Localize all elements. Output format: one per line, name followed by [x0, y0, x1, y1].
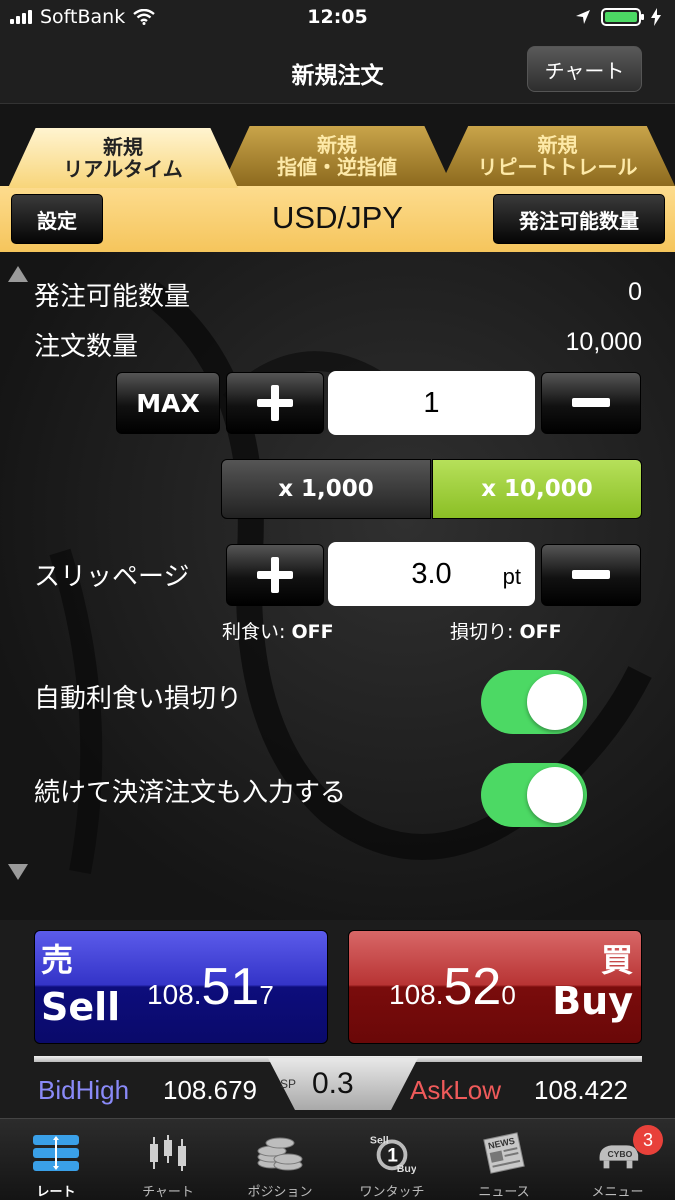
- tab-realtime-line1: 新規: [103, 135, 143, 159]
- buy-price: 108.520: [389, 957, 516, 1017]
- take-profit-value: OFF: [291, 621, 334, 643]
- slippage-label: スリッページ: [34, 562, 190, 592]
- scroll-down-icon[interactable]: [8, 864, 28, 880]
- menu-badge: 3: [633, 1125, 663, 1155]
- scroll-up-icon[interactable]: [8, 266, 28, 282]
- auto-tp-sl-label: 自動利食い損切り: [34, 684, 243, 714]
- slippage-value: 3.0: [411, 557, 452, 590]
- tabbar-one-touch[interactable]: Sell 1 Buy ワンタッチ: [336, 1119, 448, 1200]
- location-icon: [576, 10, 590, 24]
- charging-icon: [651, 8, 661, 26]
- stop-loss-label: 損切り:: [450, 621, 514, 643]
- order-panel: 発注可能数量 0 注文数量 10,000 MAX 1 x 1,000 x 10,…: [0, 252, 675, 920]
- minus-icon: [572, 398, 610, 408]
- multiplier-1000-button[interactable]: x 1,000: [221, 459, 431, 519]
- spread-label: SP: [280, 1077, 297, 1091]
- take-profit-status: 利食い: OFF: [222, 617, 334, 644]
- sell-kanji: 売: [41, 941, 74, 979]
- qty-minus-button[interactable]: [541, 372, 641, 434]
- buy-price-prefix: 108.: [389, 979, 444, 1010]
- buy-kanji: 買: [600, 941, 633, 979]
- tabbar-one-touch-label: ワンタッチ: [359, 1185, 425, 1200]
- buy-word: Buy: [552, 979, 633, 1023]
- available-qty-button[interactable]: 発注可能数量: [493, 194, 665, 244]
- tabbar-position[interactable]: ポジション: [224, 1119, 336, 1200]
- tab-realtime-line2: リアルタイム: [63, 157, 183, 181]
- battery-icon: [601, 8, 644, 26]
- coins-icon: [257, 1137, 303, 1171]
- status-bar: SoftBank 12:05: [0, 0, 675, 36]
- menu-icon-text: CYBO: [607, 1149, 632, 1159]
- stop-loss-value: OFF: [519, 621, 562, 643]
- tabbar-menu[interactable]: CYBO メニュー 3: [560, 1119, 675, 1200]
- multiplier-10000-button[interactable]: x 10,000: [432, 459, 642, 519]
- tab-limit-stop-line1: 新規: [317, 133, 357, 157]
- sell-button[interactable]: 売 Sell 108.517: [34, 930, 328, 1044]
- bottom-tab-bar: レート チャート ポジション Sell 1 Buy ワンタッチ NEWS ニュー…: [0, 1118, 675, 1200]
- tab-limit-stop[interactable]: 新規 指値・逆指値: [222, 126, 452, 186]
- sell-price-prefix: 108.: [147, 979, 202, 1010]
- tabbar-position-label: ポジション: [247, 1185, 313, 1200]
- status-right: [575, 8, 661, 26]
- available-qty-value: 0: [628, 278, 642, 306]
- continue-settlement-label: 続けて決済注文も入力する: [34, 778, 347, 808]
- tabbar-news-label: ニュース: [478, 1185, 530, 1200]
- minus-icon: [572, 570, 610, 580]
- tab-repeat-trail-line2: リピートトレール: [477, 155, 638, 179]
- max-button[interactable]: MAX: [116, 372, 220, 434]
- take-profit-label: 利食い:: [222, 621, 286, 643]
- slippage-input[interactable]: 3.0 pt: [328, 542, 535, 606]
- ask-low-label: AskLow: [410, 1075, 502, 1105]
- one-touch-icon: Sell 1 Buy: [370, 1134, 416, 1175]
- chart-button[interactable]: チャート: [527, 46, 642, 92]
- quantity-input[interactable]: 1: [328, 371, 535, 435]
- slippage-minus-button[interactable]: [541, 544, 641, 606]
- buy-button[interactable]: 買 Buy 108.520: [348, 930, 642, 1044]
- tabbar-menu-label: メニュー: [591, 1185, 644, 1200]
- auto-tp-sl-toggle[interactable]: [481, 670, 587, 734]
- ask-low-value: 108.422: [534, 1075, 628, 1105]
- sell-price-big: 51: [201, 958, 260, 1016]
- candlestick-icon: [150, 1135, 186, 1171]
- tab-realtime[interactable]: 新規 リアルタイム: [8, 128, 238, 188]
- order-qty-value: 10,000: [565, 328, 642, 356]
- bid-high-value: 108.679: [163, 1075, 257, 1105]
- trade-area: 売 Sell 108.517 買 Buy 108.520 SP 0.3 BidH…: [0, 920, 675, 1118]
- buy-price-big: 52: [443, 958, 502, 1016]
- nav-bar: 新規注文 チャート: [0, 36, 675, 104]
- tab-repeat-trail[interactable]: 新規 リピートトレール: [440, 126, 675, 186]
- order-type-tabs: 新規 リアルタイム 新規 指値・逆指値 新規 リピートトレール: [0, 104, 675, 188]
- spread-value: 0.3: [312, 1067, 354, 1100]
- rate-icon: [33, 1135, 79, 1171]
- buy-price-last: 0: [501, 980, 516, 1010]
- slippage-plus-button[interactable]: [226, 544, 324, 606]
- plus-icon: [257, 557, 293, 593]
- tabbar-rate-label: レート: [36, 1185, 76, 1200]
- tabbar-chart[interactable]: チャート: [112, 1119, 224, 1200]
- tab-limit-stop-line2: 指値・逆指値: [277, 155, 397, 179]
- tabbar-chart-label: チャート: [142, 1185, 194, 1200]
- symbol-bar: 設定 USD/JPY 発注可能数量: [0, 186, 675, 252]
- order-qty-label: 注文数量: [34, 332, 139, 362]
- sell-price-last: 7: [259, 980, 274, 1010]
- newspaper-icon: NEWS: [483, 1132, 525, 1174]
- settings-button[interactable]: 設定: [11, 194, 103, 244]
- status-time: 12:05: [307, 6, 368, 28]
- tab-repeat-trail-line1: 新規: [537, 133, 578, 157]
- slippage-unit: pt: [502, 564, 521, 589]
- sell-word: Sell: [41, 985, 121, 1029]
- sell-price: 108.517: [147, 957, 274, 1017]
- available-qty-label: 発注可能数量: [34, 282, 191, 312]
- one-touch-buy-text: Buy: [397, 1163, 416, 1175]
- plus-icon: [257, 385, 293, 421]
- tabbar-rate[interactable]: レート: [0, 1119, 112, 1200]
- qty-plus-button[interactable]: [226, 372, 324, 434]
- bid-high-label: BidHigh: [38, 1075, 130, 1105]
- tabbar-news[interactable]: NEWS ニュース: [448, 1119, 560, 1200]
- continue-settlement-toggle[interactable]: [481, 763, 587, 827]
- stop-loss-status: 損切り: OFF: [450, 617, 562, 644]
- one-touch-sell-text: Sell: [370, 1134, 389, 1146]
